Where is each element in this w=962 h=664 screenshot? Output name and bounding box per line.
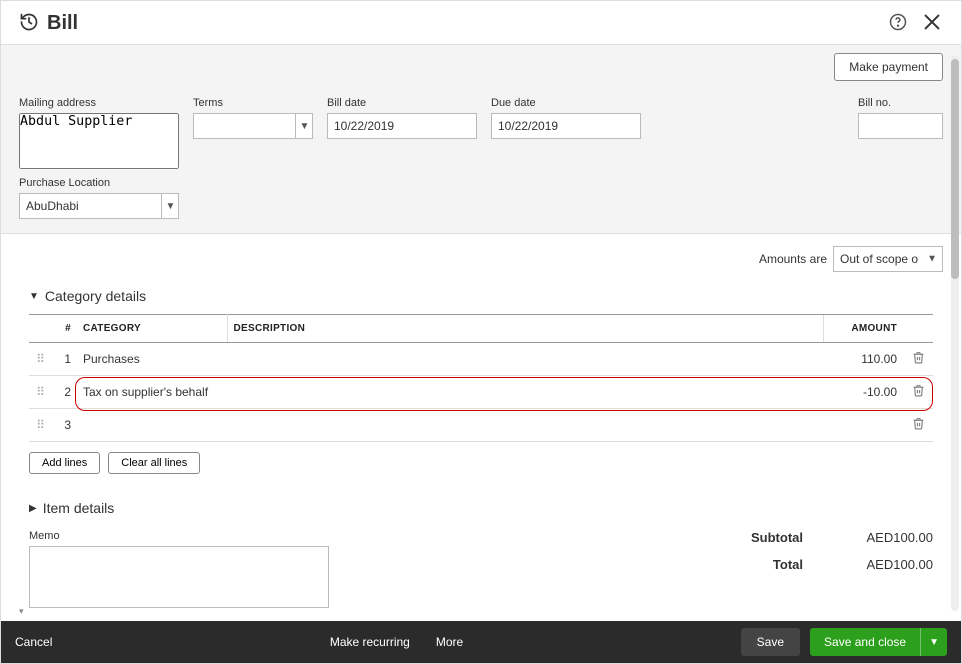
- table-row[interactable]: ⠿ 1 Purchases 110.00: [29, 343, 933, 376]
- drag-handle-icon[interactable]: ⠿: [36, 352, 44, 366]
- row-num: 2: [51, 376, 77, 409]
- total-label: Total: [673, 557, 803, 572]
- col-description: DESCRIPTION: [227, 315, 823, 343]
- row-description[interactable]: [227, 409, 823, 442]
- save-dropdown-caret[interactable]: ▼: [920, 628, 947, 656]
- row-description[interactable]: [227, 376, 823, 409]
- location-label: Purchase Location: [19, 177, 179, 189]
- drag-handle-icon[interactable]: ⠿: [36, 385, 44, 399]
- close-icon[interactable]: [921, 11, 943, 36]
- memo-field: Memo: [29, 530, 329, 611]
- save-and-close-button[interactable]: Save and close: [810, 628, 920, 656]
- memo-input[interactable]: [29, 546, 329, 608]
- subtotal-value: AED100.00: [833, 530, 933, 545]
- col-num: #: [51, 315, 77, 343]
- modal-header: Bill: [1, 1, 961, 45]
- table-row[interactable]: ⠿ 3: [29, 409, 933, 442]
- trash-icon[interactable]: [912, 419, 925, 433]
- col-category: CATEGORY: [77, 315, 227, 343]
- more-button[interactable]: More: [436, 635, 463, 649]
- help-icon[interactable]: [889, 13, 907, 34]
- save-button[interactable]: Save: [741, 628, 800, 656]
- memo-totals-row: Memo Subtotal AED100.00 Total AED100.00: [29, 530, 933, 611]
- bill-date-field: Bill date: [327, 97, 477, 139]
- table-row[interactable]: ⠿ 2 Tax on supplier's behalf -10.00: [29, 376, 933, 409]
- make-payment-button[interactable]: Make payment: [834, 53, 943, 81]
- clear-all-lines-button[interactable]: Clear all lines: [108, 452, 200, 474]
- total-value: AED100.00: [833, 557, 933, 572]
- row-category[interactable]: [77, 409, 227, 442]
- mailing-address-input[interactable]: [19, 113, 179, 169]
- row-category[interactable]: Purchases: [77, 343, 227, 376]
- trash-icon[interactable]: [912, 386, 925, 400]
- mailing-address-label: Mailing address: [19, 97, 179, 109]
- history-icon[interactable]: [19, 12, 39, 35]
- location-field: Purchase Location ▼: [19, 177, 179, 219]
- bill-date-label: Bill date: [327, 97, 477, 109]
- scrollbar[interactable]: [951, 55, 959, 611]
- bill-date-input[interactable]: [327, 113, 477, 139]
- row-category[interactable]: Tax on supplier's behalf: [77, 376, 227, 409]
- trash-icon[interactable]: [912, 353, 925, 367]
- bill-modal: Bill Make payment Mailing address Terms: [0, 0, 962, 664]
- category-table-wrap: # CATEGORY DESCRIPTION AMOUNT ⠿ 1 Purcha…: [19, 314, 943, 442]
- modal-footer: Cancel Make recurring More Save Save and…: [1, 621, 961, 663]
- due-date-input[interactable]: [491, 113, 641, 139]
- triangle-down-icon: ▼: [29, 291, 39, 302]
- form-header-pane: Make payment Mailing address Terms ▼ Bil…: [1, 45, 961, 234]
- scroll-area[interactable]: Make payment Mailing address Terms ▼ Bil…: [1, 45, 961, 621]
- drag-handle-icon[interactable]: ⠿: [36, 418, 44, 432]
- row-amount[interactable]: -10.00: [823, 376, 903, 409]
- cancel-button[interactable]: Cancel: [15, 635, 52, 649]
- triangle-right-icon: ▶: [29, 503, 37, 514]
- bill-no-label: Bill no.: [858, 97, 943, 109]
- category-details-title: Category details: [45, 288, 146, 304]
- row-description[interactable]: [227, 343, 823, 376]
- item-details-toggle[interactable]: ▶ Item details: [29, 500, 933, 516]
- amounts-bar: Amounts are ▼: [19, 246, 943, 272]
- location-select[interactable]: [19, 193, 179, 219]
- row-amount[interactable]: 110.00: [823, 343, 903, 376]
- terms-field: Terms ▼: [193, 97, 313, 139]
- table-header-row: # CATEGORY DESCRIPTION AMOUNT: [29, 315, 933, 343]
- row-num: 1: [51, 343, 77, 376]
- terms-label: Terms: [193, 97, 313, 109]
- mailing-address-field: Mailing address: [19, 97, 179, 169]
- terms-select[interactable]: [193, 113, 313, 139]
- page-title: Bill: [47, 12, 889, 35]
- category-details-toggle[interactable]: ▼ Category details: [29, 288, 933, 304]
- details-pane: Amounts are ▼ ▼ Category details # CATE: [1, 234, 961, 621]
- totals: Subtotal AED100.00 Total AED100.00: [349, 530, 933, 611]
- add-lines-button[interactable]: Add lines: [29, 452, 100, 474]
- line-actions: Add lines Clear all lines: [29, 452, 933, 474]
- amounts-label: Amounts are: [759, 252, 827, 266]
- scrollbar-thumb[interactable]: [951, 59, 959, 279]
- category-table: # CATEGORY DESCRIPTION AMOUNT ⠿ 1 Purcha…: [29, 314, 933, 442]
- subtotal-label: Subtotal: [673, 530, 803, 545]
- bill-no-field: Bill no.: [858, 97, 943, 139]
- due-date-label: Due date: [491, 97, 641, 109]
- chevron-down-icon: ▾: [19, 606, 24, 617]
- amounts-select[interactable]: [833, 246, 943, 272]
- item-details-title: Item details: [43, 500, 115, 516]
- make-recurring-button[interactable]: Make recurring: [330, 635, 410, 649]
- due-date-field: Due date: [491, 97, 641, 139]
- col-amount: AMOUNT: [823, 315, 903, 343]
- memo-label: Memo: [29, 530, 329, 542]
- row-num: 3: [51, 409, 77, 442]
- row-amount[interactable]: [823, 409, 903, 442]
- bill-no-input[interactable]: [858, 113, 943, 139]
